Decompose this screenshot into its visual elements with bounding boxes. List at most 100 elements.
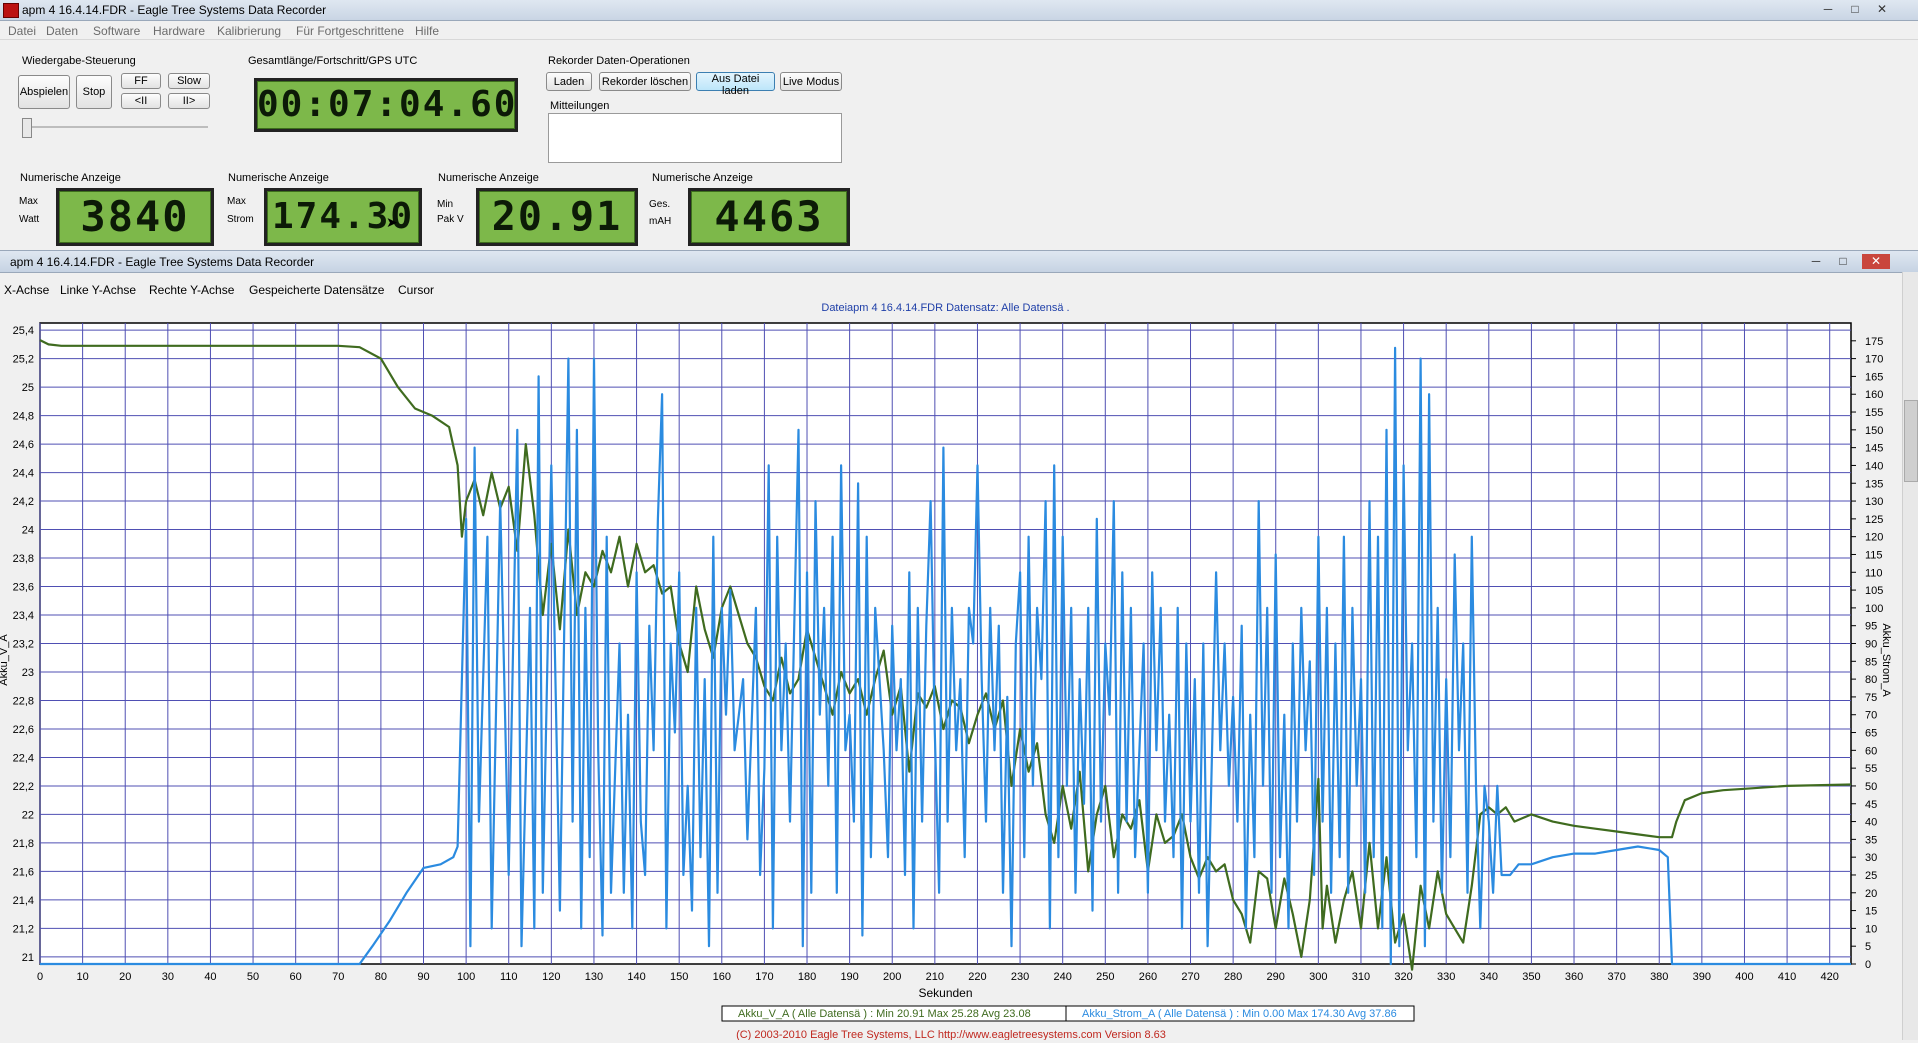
slow-button[interactable]: Slow (168, 73, 210, 89)
menu-x-achse[interactable]: X-Achse (4, 283, 49, 297)
play-button[interactable]: Abspielen (18, 75, 70, 109)
y-left-tick-label: 22,8 (13, 695, 34, 707)
step-forward-button[interactable]: II> (168, 93, 210, 109)
y-right-tick-label: 5 (1865, 941, 1871, 953)
y-right-tick-label: 105 (1865, 585, 1883, 597)
y-right-tick-label: 110 (1865, 567, 1883, 579)
x-tick-label: 10 (76, 971, 88, 983)
y-left-tick-label: 23,2 (13, 639, 34, 651)
y-right-tick-label: 140 (1865, 460, 1883, 472)
menu-bar: Datei Daten Software Hardware Kalibrieru… (0, 21, 1918, 40)
playback-group-label: Wiedergabe-Steuerung (22, 55, 136, 67)
menu-cursor[interactable]: Cursor (398, 283, 434, 297)
stop-button[interactable]: Stop (76, 75, 112, 109)
x-tick-label: 250 (1096, 971, 1114, 983)
chart-close-icon[interactable]: ✕ (1862, 254, 1890, 269)
x-tick-label: 40 (204, 971, 216, 983)
x-tick-label: 290 (1267, 971, 1285, 983)
display-4-value: 4463 (714, 192, 824, 241)
display-4-line1: Ges. (649, 199, 671, 210)
x-tick-label: 400 (1735, 971, 1753, 983)
mouse-cursor-icon: ➤ (386, 214, 398, 230)
menu-hilfe[interactable]: Hilfe (415, 24, 439, 38)
y-right-tick-label: 85 (1865, 656, 1877, 668)
x-tick-label: 100 (457, 971, 475, 983)
x-tick-label: 390 (1693, 971, 1711, 983)
x-tick-label: 50 (247, 971, 259, 983)
y-left-tick-label: 22,2 (13, 781, 34, 793)
x-tick-label: 150 (670, 971, 688, 983)
x-tick-label: 200 (883, 971, 901, 983)
y-left-tick-label: 25 (22, 382, 34, 394)
maximize-icon[interactable]: □ (1845, 2, 1865, 17)
menu-daten[interactable]: Daten (46, 24, 78, 38)
display-2-label: Numerische Anzeige (228, 172, 329, 184)
y-right-tick-label: 55 (1865, 763, 1877, 775)
minimize-icon[interactable]: ─ (1818, 2, 1838, 17)
menu-software[interactable]: Software (93, 24, 140, 38)
menu-gespeicherte-datensaetze[interactable]: Gespeicherte Datensätze (249, 283, 384, 297)
menu-hardware[interactable]: Hardware (153, 24, 205, 38)
display-1-line1: Max (19, 196, 38, 207)
clear-recorder-button[interactable]: Rekorder löschen (599, 72, 691, 91)
y-left-axis-label: Akku_V_A (0, 634, 10, 686)
y-left-tick-label: 24 (22, 525, 34, 537)
load-button[interactable]: Laden (546, 72, 592, 91)
menu-fortgeschrittene[interactable]: Für Fortgeschrittene (296, 24, 404, 38)
window-title: apm 4 16.4.14.FDR - Eagle Tree Systems D… (22, 3, 327, 17)
y-right-tick-label: 45 (1865, 799, 1877, 811)
y-right-tick-label: 160 (1865, 389, 1883, 401)
y-right-tick-label: 100 (1865, 603, 1883, 615)
y-right-tick-label: 15 (1865, 906, 1877, 918)
menu-rechte-y-achse[interactable]: Rechte Y-Achse (149, 283, 234, 297)
playback-slider-thumb[interactable] (22, 118, 32, 138)
display-3-label: Numerische Anzeige (438, 172, 539, 184)
y-right-tick-label: 155 (1865, 407, 1883, 419)
x-tick-label: 110 (500, 971, 518, 983)
y-right-tick-label: 95 (1865, 621, 1877, 633)
chart-window-title-bar: apm 4 16.4.14.FDR - Eagle Tree Systems D… (0, 250, 1918, 273)
menu-linke-y-achse[interactable]: Linke Y-Achse (60, 283, 136, 297)
x-tick-label: 310 (1352, 971, 1370, 983)
y-right-axis-label: Akku_Strom_A (1880, 623, 1892, 697)
time-display: 00:07:04.60 (254, 78, 518, 132)
y-right-tick-label: 70 (1865, 710, 1877, 722)
y-left-tick-label: 22 (22, 809, 34, 821)
y-right-tick-label: 175 (1865, 336, 1883, 348)
ff-button[interactable]: FF (121, 73, 161, 89)
y-right-tick-label: 115 (1865, 549, 1883, 561)
time-value: 00:07:04.60 (257, 84, 518, 125)
y-left-tick-label: 24,6 (13, 439, 34, 451)
x-tick-label: 90 (417, 971, 429, 983)
x-tick-label: 220 (968, 971, 986, 983)
y-left-tick-label: 23,6 (13, 582, 34, 594)
vertical-scrollbar[interactable] (1902, 272, 1918, 1040)
live-mode-button[interactable]: Live Modus (780, 72, 842, 91)
menu-kalibrierung[interactable]: Kalibrierung (217, 24, 281, 38)
y-right-tick-label: 35 (1865, 834, 1877, 846)
chart-maximize-icon[interactable]: □ (1833, 254, 1853, 269)
playback-slider-track[interactable] (22, 126, 208, 128)
y-right-tick-label: 165 (1865, 371, 1883, 383)
y-right-tick-label: 80 (1865, 674, 1877, 686)
x-axis-label: Sekunden (918, 986, 972, 1000)
step-back-button[interactable]: <II (121, 93, 161, 109)
y-right-tick-label: 135 (1865, 478, 1883, 490)
time-label: Gesamtlänge/Fortschritt/GPS UTC (248, 55, 418, 67)
y-left-tick-label: 21,4 (13, 895, 34, 907)
x-tick-label: 360 (1565, 971, 1583, 983)
copyright-footer: (C) 2003-2010 Eagle Tree Systems, LLC ht… (736, 1029, 1166, 1040)
display-1-label: Numerische Anzeige (20, 172, 121, 184)
y-left-tick-label: 23,8 (13, 553, 34, 565)
chart-window-title: apm 4 16.4.14.FDR - Eagle Tree Systems D… (10, 255, 315, 269)
menu-datei[interactable]: Datei (8, 24, 36, 38)
y-left-tick-label: 24,2 (13, 496, 34, 508)
legend-voltage: Akku_V_A ( Alle Datensä ) : Min 20.91 Ma… (738, 1008, 1031, 1020)
close-icon[interactable]: ✕ (1872, 2, 1892, 17)
y-left-tick-label: 21 (22, 952, 34, 964)
chart-minimize-icon[interactable]: ─ (1806, 254, 1826, 269)
x-tick-label: 420 (1821, 971, 1839, 983)
x-tick-label: 140 (627, 971, 645, 983)
load-from-file-button[interactable]: Aus Datei laden (696, 72, 775, 97)
scrollbar-thumb[interactable] (1904, 400, 1918, 482)
